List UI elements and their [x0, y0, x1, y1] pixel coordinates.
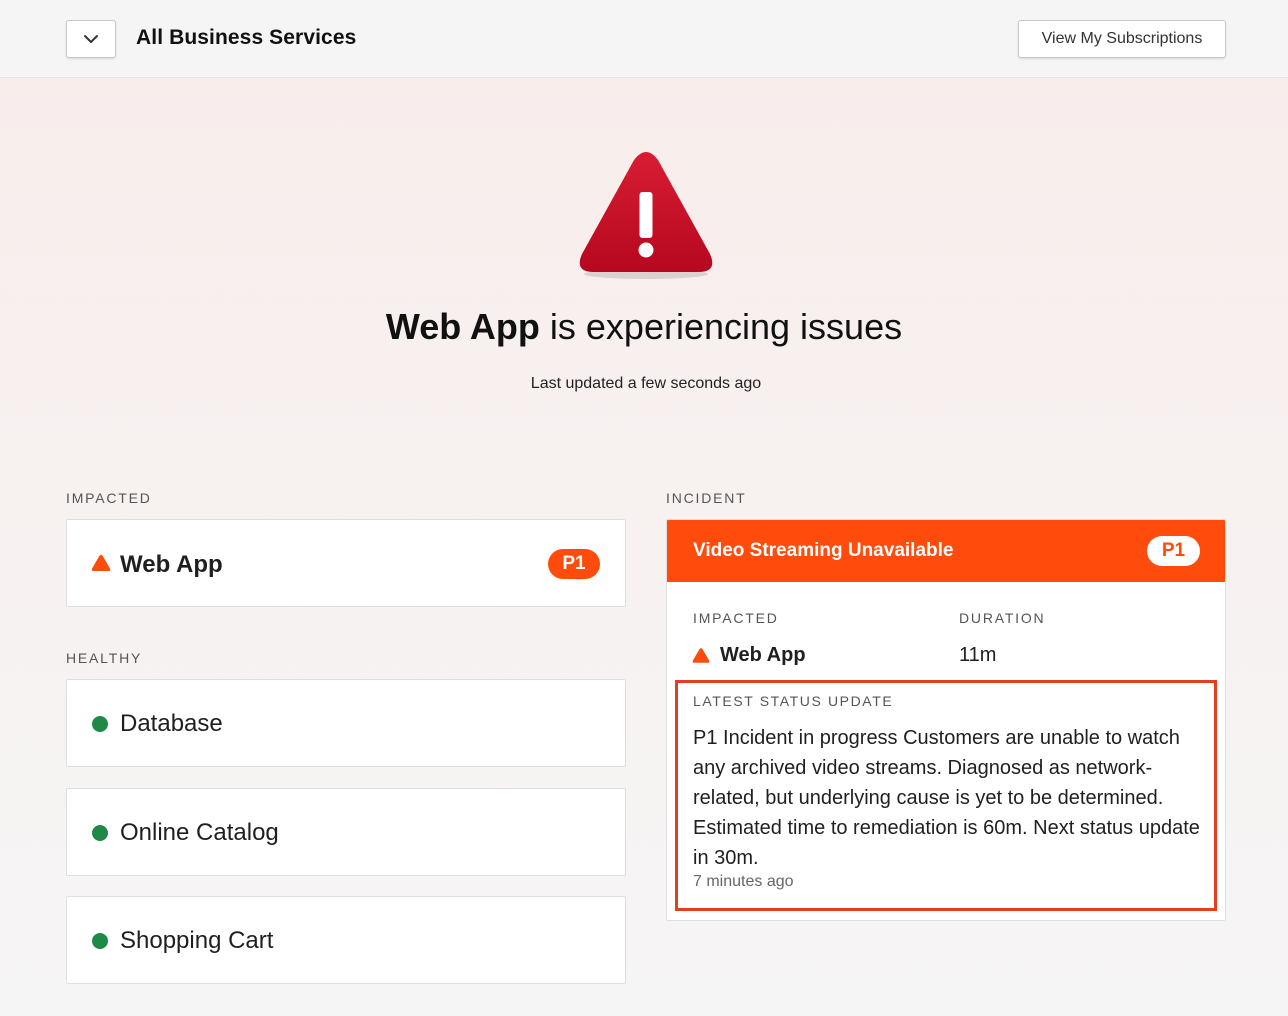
healthy-service-card[interactable]: Online Catalog — [66, 788, 626, 876]
chevron-down-icon — [84, 35, 98, 43]
healthy-service-card[interactable]: Database — [66, 679, 626, 767]
status-update-text: P1 Incident in progress Customers are un… — [693, 727, 1200, 869]
healthy-status-dot — [92, 825, 108, 841]
hero-heading: Web App is experiencing issues — [0, 306, 1288, 348]
priority-badge: P1 — [548, 549, 600, 579]
view-subscriptions-button[interactable]: View My Subscriptions — [1018, 20, 1226, 58]
top-bar: All Business Services View My Subscripti… — [0, 0, 1288, 78]
hero-service-name: Web App — [385, 306, 540, 347]
incident-duration-label: DURATION — [959, 610, 1046, 626]
incident-impacted-label: IMPACTED — [693, 610, 779, 626]
warning-triangle-icon — [579, 152, 713, 279]
incident-impacted-service: Web App — [720, 644, 806, 666]
last-updated-text: Last updated a few seconds ago — [530, 375, 762, 392]
healthy-status-dot — [92, 716, 108, 732]
hero-status-text: is experiencing issues — [549, 306, 903, 347]
healthy-service-name: Online Catalog — [120, 819, 279, 846]
healthy-service-name: Database — [120, 710, 223, 737]
healthy-status-dot — [92, 933, 108, 949]
incident-header[interactable]: Video Streaming Unavailable P1 — [667, 520, 1225, 582]
status-update-time: 7 minutes ago — [693, 873, 794, 890]
incident-priority-badge: P1 — [1147, 536, 1200, 566]
healthy-section-label: HEALTHY — [66, 650, 143, 666]
warning-triangle-icon — [91, 554, 111, 571]
warning-triangle-icon — [692, 648, 710, 663]
incident-card[interactable]: Video Streaming Unavailable P1 IMPACTED … — [666, 519, 1226, 921]
healthy-service-name: Shopping Cart — [120, 927, 274, 954]
impacted-section-label: IMPACTED — [66, 490, 152, 506]
impacted-service-card[interactable]: Web App P1 — [66, 519, 626, 607]
page-title: All Business Services — [136, 26, 357, 49]
healthy-service-card[interactable]: Shopping Cart — [66, 896, 626, 984]
latest-status-update-box: LATEST STATUS UPDATE P1 Incident in prog… — [675, 680, 1217, 911]
service-selector-button[interactable] — [66, 20, 116, 58]
status-update-label: LATEST STATUS UPDATE — [693, 693, 894, 709]
incident-section-label: INCIDENT — [666, 490, 747, 506]
impacted-service-name: Web App — [120, 551, 223, 578]
incident-duration-value: 11m — [959, 644, 997, 666]
incident-title: Video Streaming Unavailable — [693, 540, 954, 561]
